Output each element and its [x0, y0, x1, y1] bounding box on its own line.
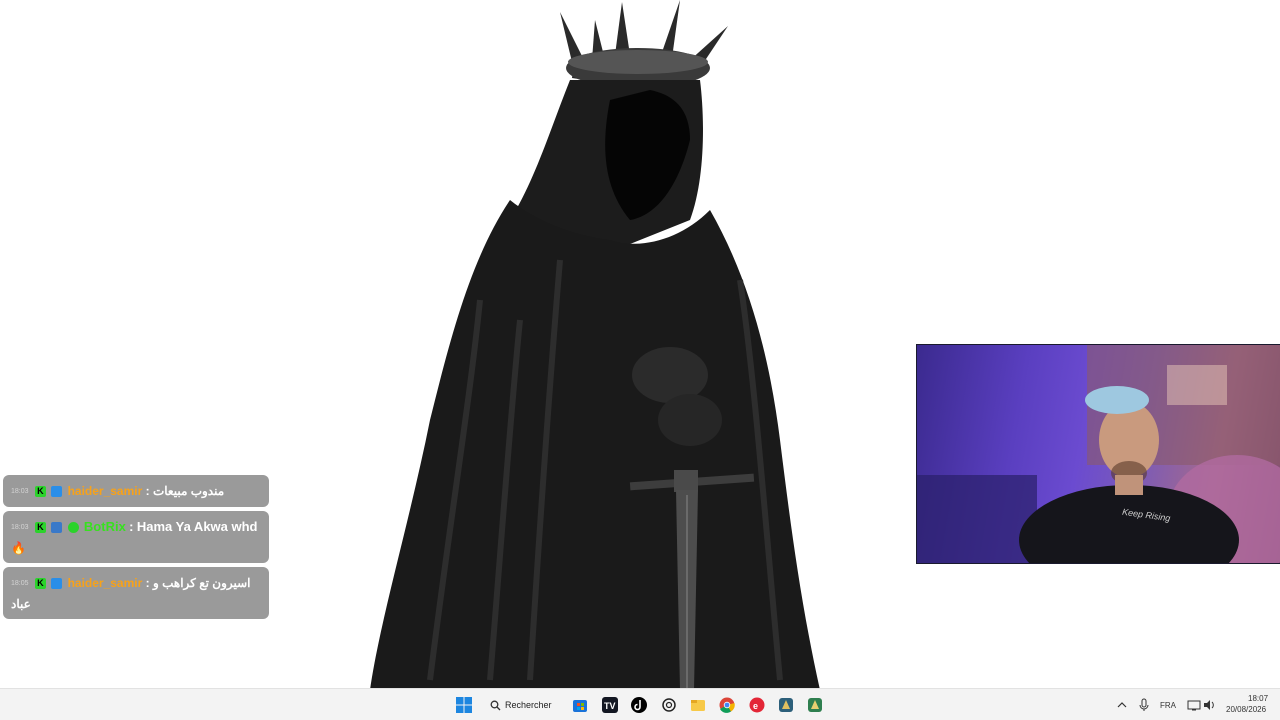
- message-time: 18:03: [11, 487, 29, 495]
- windows-start-icon[interactable]: [456, 697, 472, 713]
- kick-badge-icon: K: [34, 486, 46, 498]
- chat-message: 18:05 K haider_samir : اسيرون تع كراهب و…: [3, 567, 269, 619]
- svg-text:TV: TV: [604, 701, 616, 711]
- message-time: 18:05: [11, 579, 29, 587]
- verified-badge-icon: [67, 522, 79, 534]
- network-icon[interactable]: [1186, 697, 1202, 713]
- kick-badge-icon: K: [34, 522, 46, 534]
- tradingview-icon[interactable]: TV: [602, 697, 618, 713]
- red-app-icon[interactable]: e: [749, 697, 765, 713]
- svg-text:e: e: [753, 701, 758, 711]
- taskbar-search[interactable]: Rechercher: [490, 695, 552, 715]
- volume-icon[interactable]: [1202, 697, 1218, 713]
- fire-emoji-icon: 🔥: [11, 540, 26, 555]
- streamer-webcam-image: [917, 345, 1280, 563]
- cube-badge-icon: [51, 578, 63, 590]
- taskbar: Rechercher TV e FRA 18:07 20/08/2026: [0, 688, 1280, 720]
- file-explorer-icon[interactable]: [690, 697, 706, 713]
- chat-message: 18:03 K haider_samir : مندوب مبيعات: [3, 475, 269, 507]
- chatgpt-icon[interactable]: [661, 697, 677, 713]
- language-indicator[interactable]: FRA: [1160, 701, 1176, 710]
- message-time: 18:03: [11, 523, 29, 531]
- microphone-icon[interactable]: [1136, 697, 1152, 713]
- hooded-king-artwork: [370, 0, 820, 690]
- chat-text: مندوب مبيعات: [152, 484, 225, 498]
- bot-badge-icon: [51, 522, 63, 534]
- kick-badge-icon: K: [34, 578, 46, 590]
- chat-separator: :: [145, 484, 150, 498]
- clock-date[interactable]: 20/08/2026: [1226, 705, 1266, 714]
- chat-username: haider_samir: [67, 576, 143, 590]
- tiktok-icon[interactable]: [631, 697, 647, 713]
- chat-message: 18:03 K BotRix : Hama Ya Akwa whd 🔥: [3, 511, 269, 563]
- chat-username: BotRix: [83, 519, 126, 534]
- cube-badge-icon: [51, 486, 63, 498]
- chat-separator: :: [129, 519, 134, 534]
- game-launcher-icon[interactable]: [778, 697, 794, 713]
- webcam-overlay: Keep Rising: [916, 344, 1280, 564]
- chat-username: haider_samir: [67, 484, 143, 498]
- search-label: Rechercher: [505, 700, 552, 710]
- store-icon[interactable]: [572, 697, 588, 713]
- clock-time[interactable]: 18:07: [1248, 694, 1268, 703]
- chat-separator: :: [145, 576, 150, 590]
- chevron-up-icon[interactable]: [1114, 697, 1130, 713]
- game-launcher-2-icon[interactable]: [807, 697, 823, 713]
- chat-text: Hama Ya Akwa whd: [136, 519, 258, 534]
- chrome-icon[interactable]: [719, 697, 735, 713]
- search-icon: [490, 700, 501, 710]
